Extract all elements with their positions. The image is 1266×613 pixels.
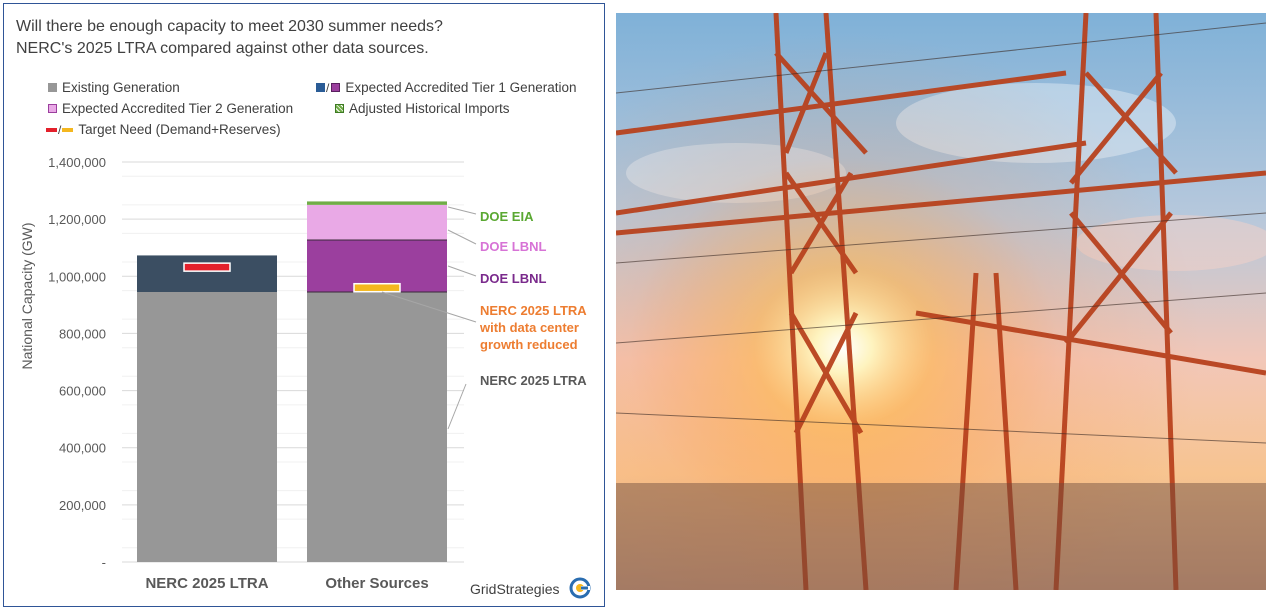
bar-existing-nerc xyxy=(137,292,277,562)
annotation-leader xyxy=(447,229,477,245)
brand-logo: GridStrategies xyxy=(470,577,591,599)
annotation-label: NERC 2025 LTRA xyxy=(480,373,587,388)
y-tick-label: 200,000 xyxy=(59,498,106,513)
annotation-line: DOE EIA xyxy=(480,209,534,224)
chart-plot: - 200,000 400,000 600,000 800,000 1,000,000 1,… xyxy=(19,155,591,599)
y-tick-label: 1,000,000 xyxy=(48,269,106,284)
y-tick-label: - xyxy=(102,555,106,570)
annotation-label: DOE LBNL xyxy=(480,271,547,286)
annotation-line: growth reduced xyxy=(480,337,578,352)
y-tick-label: 800,000 xyxy=(59,326,106,341)
bar-tier2-other xyxy=(307,204,447,240)
annotation-label: DOE LBNL xyxy=(480,239,547,254)
bar-imports-other xyxy=(307,201,447,205)
annotation-leader xyxy=(447,206,477,215)
y-axis: - 200,000 400,000 600,000 800,000 1,000,000 1,… xyxy=(48,155,106,570)
annotation-label: DOE EIA xyxy=(480,209,534,224)
target-need-marker-nerc xyxy=(183,262,231,272)
annotation-line: DOE LBNL xyxy=(480,271,547,286)
y-tick-label: 400,000 xyxy=(59,441,106,456)
x-axis: NERC 2025 LTRA Other Sources xyxy=(145,575,428,592)
annotation-line: NERC 2025 LTRA xyxy=(480,303,587,318)
x-category-label: NERC 2025 LTRA xyxy=(145,575,268,592)
annotation-label: NERC 2025 LTRA with data center growth red… xyxy=(479,303,587,352)
x-category-label: Other Sources xyxy=(325,575,428,592)
chart-panel: Will there be enough capacity to meet 20… xyxy=(3,3,605,607)
brand-text: GridStrategies xyxy=(470,581,559,597)
bars xyxy=(137,201,447,562)
annotation-line: with data center xyxy=(479,320,579,335)
annotation-line: DOE LBNL xyxy=(480,239,547,254)
annotation-leader xyxy=(447,265,477,277)
transmission-towers-image xyxy=(616,13,1266,590)
bar-tier1-nerc xyxy=(137,255,277,292)
y-tick-label: 1,200,000 xyxy=(48,212,106,227)
y-tick-label: 1,400,000 xyxy=(48,155,106,170)
power-lines-photo xyxy=(616,13,1266,590)
target-need-marker-other xyxy=(353,282,401,293)
y-tick-label: 600,000 xyxy=(59,384,106,399)
annotation-line: NERC 2025 LTRA xyxy=(480,373,587,388)
bar-existing-other xyxy=(307,292,447,562)
brand-g-icon xyxy=(569,577,591,599)
y-axis-label: National Capacity (GW) xyxy=(19,222,35,369)
